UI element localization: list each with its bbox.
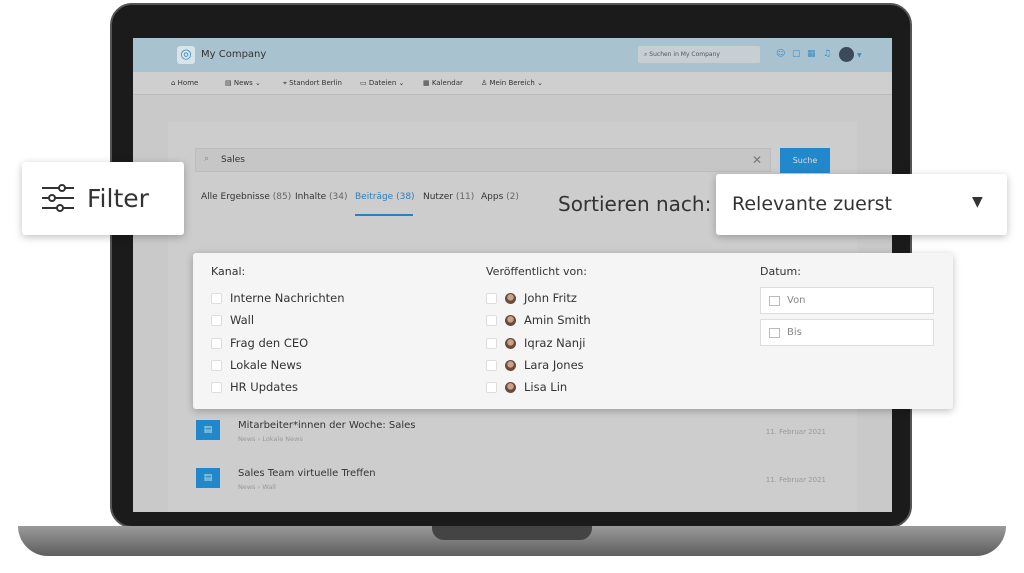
author-avatar	[505, 315, 516, 327]
sliders-icon	[42, 184, 74, 212]
nav-news[interactable]: ▤ News ⌄	[225, 79, 261, 87]
option-label: Frag den CEO	[230, 335, 309, 350]
chat-icon[interactable]: ▢	[792, 49, 801, 59]
apps-grid-icon[interactable]: ▦	[807, 49, 816, 59]
option-label: Interne Nachrichten	[230, 291, 345, 305]
date-to-placeholder: Bis	[787, 327, 802, 338]
search-icon: ⌕	[204, 154, 210, 164]
nav-kalendar[interactable]: ▦ Kalendar	[423, 79, 463, 87]
laptop-notch	[432, 526, 592, 540]
checkbox[interactable]	[211, 382, 222, 394]
calendar-icon	[769, 328, 780, 338]
nav-standort[interactable]: ⌖ Standort Berlin	[283, 79, 342, 88]
author-avatar	[505, 337, 516, 349]
app-header: ◎ My Company ⌕ Suchen in My Company ☺ ▢ …	[133, 38, 892, 72]
option-label: Lisa Lin	[524, 380, 568, 395]
author-avatar	[505, 293, 516, 304]
checkbox[interactable]	[486, 315, 497, 327]
sort-dropdown[interactable]: Relevante zuerst ▼	[716, 174, 1007, 235]
result-item[interactable]: ▤ Mitarbeiter*innen der Woche: Sales New…	[196, 416, 826, 456]
post-icon: ▤	[196, 420, 220, 440]
result-path: News › Wall	[238, 483, 276, 491]
checkbox[interactable]	[211, 359, 222, 371]
filter-label: Filter	[87, 184, 149, 213]
search-value: Sales	[221, 155, 245, 165]
author-avatar	[505, 359, 516, 371]
result-date: 11. Februar 2021	[765, 476, 826, 484]
option-label: Iqraz Nanji	[524, 335, 586, 350]
nav-bar: ⌂ Home ▤ News ⌄ ⌖ Standort Berlin ▭ Date…	[133, 72, 892, 95]
option-label: Lokale News	[230, 357, 302, 372]
clear-icon[interactable]: ✕	[752, 153, 762, 167]
sort-label: Sortieren nach:	[558, 192, 712, 216]
header-search-input[interactable]: ⌕ Suchen in My Company	[638, 46, 760, 63]
result-path: News › Lokale News	[238, 435, 303, 443]
search-button[interactable]: Suche	[780, 148, 830, 173]
kanal-heading: Kanal:	[211, 265, 246, 278]
option-label: Wall	[230, 313, 255, 328]
sort-value: Relevante zuerst	[732, 193, 892, 215]
date-heading: Datum:	[760, 265, 801, 278]
tab-beitraege[interactable]: Beiträge (38)	[355, 192, 415, 202]
checkbox[interactable]	[211, 315, 222, 327]
tab-alle[interactable]: Alle Ergebnisse (85)	[201, 192, 291, 202]
tab-apps[interactable]: Apps (2)	[481, 192, 519, 202]
date-from-input[interactable]: Von	[760, 287, 934, 314]
search-placeholder: Suchen in My Company	[649, 51, 720, 58]
checkbox[interactable]	[486, 293, 497, 304]
author-avatar	[505, 382, 516, 394]
user-avatar[interactable]	[839, 47, 854, 62]
nav-mein-bereich[interactable]: ♙ Mein Bereich ⌄	[481, 79, 543, 87]
checkbox[interactable]	[486, 337, 497, 349]
calendar-icon	[769, 296, 780, 306]
post-icon: ▤	[196, 468, 220, 488]
company-logo-icon[interactable]: ◎	[177, 46, 195, 64]
checkbox[interactable]	[486, 382, 497, 394]
company-name: My Company	[201, 49, 267, 60]
result-title[interactable]: Mitarbeiter*innen der Woche: Sales	[238, 420, 416, 431]
option-label: John Fritz	[524, 291, 577, 305]
active-tab-indicator	[355, 214, 413, 216]
nav-dateien[interactable]: ▭ Dateien ⌄	[360, 79, 404, 87]
dropdown-arrow-icon: ▼	[972, 194, 983, 210]
date-to-input[interactable]: Bis	[760, 319, 934, 346]
chevron-down-icon[interactable]: ▼	[857, 52, 862, 59]
checkbox[interactable]	[211, 337, 222, 349]
result-item[interactable]: ▤ Sales Team virtuelle Treffen News › Wa…	[196, 464, 826, 504]
option-label: Lara Jones	[524, 357, 584, 372]
bell-icon[interactable]: ♫	[823, 49, 831, 59]
nav-home[interactable]: ⌂ Home	[171, 79, 198, 87]
date-from-placeholder: Von	[787, 295, 806, 306]
filter-panel: Kanal: Veröffentlicht von: Datum: Von Bi…	[193, 253, 953, 409]
tab-nutzer[interactable]: Nutzer (11)	[423, 192, 474, 202]
option-label: Amin Smith	[524, 313, 591, 328]
search-input[interactable]: ⌕ Sales ✕	[195, 148, 771, 172]
result-title[interactable]: Sales Team virtuelle Treffen	[238, 468, 376, 479]
checkbox[interactable]	[486, 359, 497, 371]
checkbox[interactable]	[211, 293, 222, 304]
filter-button[interactable]: Filter	[22, 162, 184, 235]
people-icon[interactable]: ☺	[776, 49, 785, 59]
tab-inhalte[interactable]: Inhalte (34)	[295, 192, 348, 202]
result-date: 11. Februar 2021	[765, 428, 826, 436]
option-label: HR Updates	[230, 380, 298, 395]
author-heading: Veröffentlicht von:	[486, 265, 587, 278]
